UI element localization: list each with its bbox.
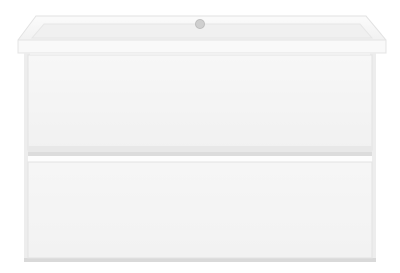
basin-top bbox=[17, 15, 387, 54]
drawer-lower bbox=[27, 156, 373, 259]
drawer-upper-lip bbox=[28, 146, 372, 152]
drawer-upper bbox=[27, 54, 373, 152]
drawer-lower-front bbox=[27, 161, 373, 259]
cabinet-bottom-shadow bbox=[24, 258, 376, 262]
vanity-unit-image bbox=[17, 15, 387, 262]
tap-hole-icon bbox=[195, 19, 205, 29]
basin-front-edge bbox=[17, 39, 387, 54]
drawer-gap bbox=[28, 152, 372, 156]
drawer-upper-front bbox=[27, 54, 373, 151]
product-image-stage bbox=[0, 0, 400, 273]
